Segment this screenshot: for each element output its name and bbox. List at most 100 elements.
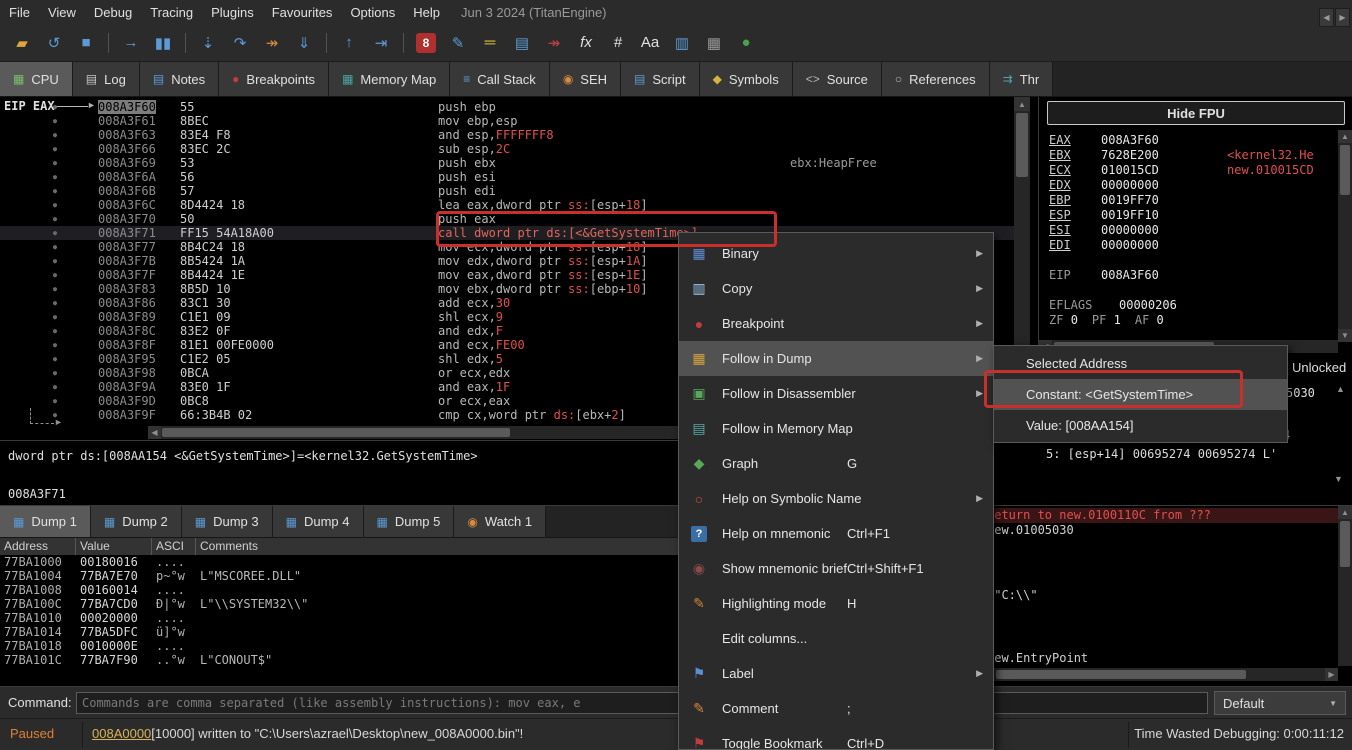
tab-thr[interactable]: ⇉Thr xyxy=(990,62,1054,96)
register-value[interactable]: 010015CD xyxy=(1101,163,1159,177)
stack-vscroll-thumb[interactable] xyxy=(1340,521,1350,567)
breakpoint-dot[interactable]: ● xyxy=(48,170,62,184)
menubar-item-tracing[interactable]: Tracing xyxy=(141,0,202,24)
context-menu-item-follow-in-dump[interactable]: ▦Follow in Dump▶ xyxy=(679,341,993,376)
assemble-text-icon[interactable]: Aa xyxy=(637,30,663,56)
register-value[interactable]: 0019FF70 xyxy=(1101,193,1159,207)
context-menu-item-binary[interactable]: ▦Binary▶ xyxy=(679,236,993,271)
profile-dropdown[interactable]: Default ▼ xyxy=(1214,691,1346,715)
status-message-address-link[interactable]: 008A0000 xyxy=(92,726,151,741)
functions-icon[interactable]: fx xyxy=(573,30,599,56)
context-menu-item-help-on-symbolic-name[interactable]: ○Help on Symbolic Name▶ xyxy=(679,481,993,516)
context-menu-item-label[interactable]: ⚑Label▶ xyxy=(679,656,993,691)
dump-tab-dump-2[interactable]: ▦Dump 2 xyxy=(91,506,182,537)
breakpoint-dot[interactable]: ● xyxy=(48,142,62,156)
stack-line[interactable]: new.EntryPoint xyxy=(994,651,1339,666)
step-down-icon[interactable]: ⇓ xyxy=(291,30,317,56)
execute-till-return-icon[interactable]: ↑ xyxy=(336,30,362,56)
disassembly-row[interactable]: ●008A3F6383E4 F8and esp,FFFFFFF8 xyxy=(0,128,1014,142)
stack-line[interactable]: new.01005030 xyxy=(994,523,1339,538)
breakpoint-dot[interactable]: ● xyxy=(48,352,62,366)
breakpoint-dot[interactable]: ● xyxy=(48,296,62,310)
stack-line[interactable]: return to new.0100110C from ??? xyxy=(994,508,1339,523)
pause-icon[interactable]: ▮▮ xyxy=(150,30,176,56)
args-scroll-down-icon[interactable]: ▼ xyxy=(1334,474,1343,484)
menubar-item-debug[interactable]: Debug xyxy=(85,0,141,24)
registers-scroll-up-icon[interactable]: ▲ xyxy=(1338,130,1352,143)
tab-script[interactable]: ▤Script xyxy=(621,62,700,96)
disassembly-row[interactable]: ●008A3F6055push ebp xyxy=(0,100,1014,114)
disassembly-row[interactable]: ●008A3F618BECmov ebp,esp xyxy=(0,114,1014,128)
breakpoint-dot[interactable]: ● xyxy=(48,128,62,142)
register-value[interactable]: 00000000 xyxy=(1101,223,1159,237)
disassembly-row[interactable]: ●008A3F6953push ebxebx:HeapFree xyxy=(0,156,1014,170)
context-menu-item-toggle-bookmark[interactable]: ⚑Toggle BookmarkCtrl+D xyxy=(679,726,993,750)
flag-pf[interactable]: PF 1 xyxy=(1092,313,1121,327)
unlocked-label[interactable]: Unlocked xyxy=(1292,360,1346,375)
menubar-item-view[interactable]: View xyxy=(39,0,85,24)
tab-scroll-right[interactable]: ▶ xyxy=(1335,8,1350,27)
disassembly-row[interactable]: ●008A3F6683EC 2Csub esp,2C xyxy=(0,142,1014,156)
dump-tab-dump-4[interactable]: ▦Dump 4 xyxy=(273,506,364,537)
context-menu-item-breakpoint[interactable]: ●Breakpoint▶ xyxy=(679,306,993,341)
dump-tab-dump-1[interactable]: ▦Dump 1 xyxy=(0,506,91,537)
breakpoint-dot[interactable]: ● xyxy=(48,394,62,408)
breakpoint-dot[interactable]: ● xyxy=(48,254,62,268)
flag-af[interactable]: AF 0 xyxy=(1135,313,1164,327)
tab-scroll-left[interactable]: ◀ xyxy=(1319,8,1334,27)
stack-line[interactable]: L"C:\\" xyxy=(994,588,1339,603)
stack-hscroll-thumb[interactable] xyxy=(996,670,1246,679)
restart-icon[interactable]: ↺ xyxy=(41,30,67,56)
patches-icon[interactable]: ═ xyxy=(477,30,503,56)
context-menu-item-copy[interactable]: ▥Copy▶ xyxy=(679,271,993,306)
context-menu-item-highlighting-mode[interactable]: ✎Highlighting modeH xyxy=(679,586,993,621)
comments-icon[interactable]: ▤ xyxy=(509,30,535,56)
tab-cpu[interactable]: ▦CPU xyxy=(0,62,73,96)
breakpoint-dot[interactable]: ● xyxy=(48,310,62,324)
breakpoint-dot[interactable]: ● xyxy=(48,380,62,394)
hash-icon[interactable]: # xyxy=(605,30,631,56)
hide-fpu-button[interactable]: Hide FPU xyxy=(1047,101,1345,125)
register-value[interactable]: 00000000 xyxy=(1101,238,1159,252)
register-value[interactable]: 008A3F60 xyxy=(1101,268,1159,282)
tab-source[interactable]: <>Source xyxy=(793,62,882,96)
context-menu-item-show-mnemonic-brief[interactable]: ◉Show mnemonic briefCtrl+Shift+F1 xyxy=(679,551,993,586)
context-menu-item-edit-columns[interactable]: Edit columns... xyxy=(679,621,993,656)
breakpoint-dot[interactable]: ● xyxy=(48,114,62,128)
breakpoint-dot[interactable]: ● xyxy=(48,212,62,226)
tab-symbols[interactable]: ◆Symbols xyxy=(700,62,793,96)
tab-log[interactable]: ▤Log xyxy=(73,62,140,96)
command-input[interactable] xyxy=(76,692,1208,714)
register-value[interactable]: 00000206 xyxy=(1119,298,1177,312)
registers-vscroll-thumb[interactable] xyxy=(1340,145,1350,195)
disassembly-row[interactable]: ●008A3F6B57push edi xyxy=(0,184,1014,198)
menubar-item-favourites[interactable]: Favourites xyxy=(263,0,342,24)
assemble-icon[interactable]: ✎ xyxy=(445,30,471,56)
context-menu-item-graph[interactable]: ◆GraphG xyxy=(679,446,993,481)
breakpoint-dot[interactable]: ● xyxy=(48,282,62,296)
tab-call-stack[interactable]: ≡Call Stack xyxy=(450,62,550,96)
disassembly-row[interactable]: ●008A3F6A56push esi xyxy=(0,170,1014,184)
disasm-scroll-left-icon[interactable]: ◀ xyxy=(148,426,161,439)
menubar-item-file[interactable]: File xyxy=(0,0,39,24)
register-value[interactable]: 7628E200 xyxy=(1101,148,1159,162)
submenu-item-value-008aa154[interactable]: Value: [008AA154] xyxy=(994,410,1287,441)
breakpoint-dot[interactable]: ● xyxy=(48,226,62,240)
dump-column-header-asci[interactable]: ASCI xyxy=(152,538,196,555)
submenu-item-constant-getsystemtime[interactable]: Constant: <GetSystemTime> xyxy=(994,379,1287,410)
breakpoint-dot[interactable]: ● xyxy=(48,268,62,282)
breakpoint-dot[interactable]: ● xyxy=(48,156,62,170)
trace-icon[interactable]: ↠ xyxy=(541,30,567,56)
breakpoint-dot[interactable]: ● xyxy=(48,338,62,352)
disasm-hscroll-thumb[interactable] xyxy=(162,428,510,437)
stop-icon[interactable]: ■ xyxy=(73,30,99,56)
scylla-icon[interactable]: 8 xyxy=(416,33,436,53)
step-over-icon[interactable]: ↷ xyxy=(227,30,253,56)
register-value[interactable]: 00000000 xyxy=(1101,178,1159,192)
breakpoint-dot[interactable]: ● xyxy=(48,366,62,380)
tab-references[interactable]: ○References xyxy=(882,62,990,96)
tab-notes[interactable]: ▤Notes xyxy=(140,62,219,96)
register-value[interactable]: 0019FF10 xyxy=(1101,208,1159,222)
menubar-item-plugins[interactable]: Plugins xyxy=(202,0,263,24)
memory-icon[interactable]: ▦ xyxy=(701,30,727,56)
